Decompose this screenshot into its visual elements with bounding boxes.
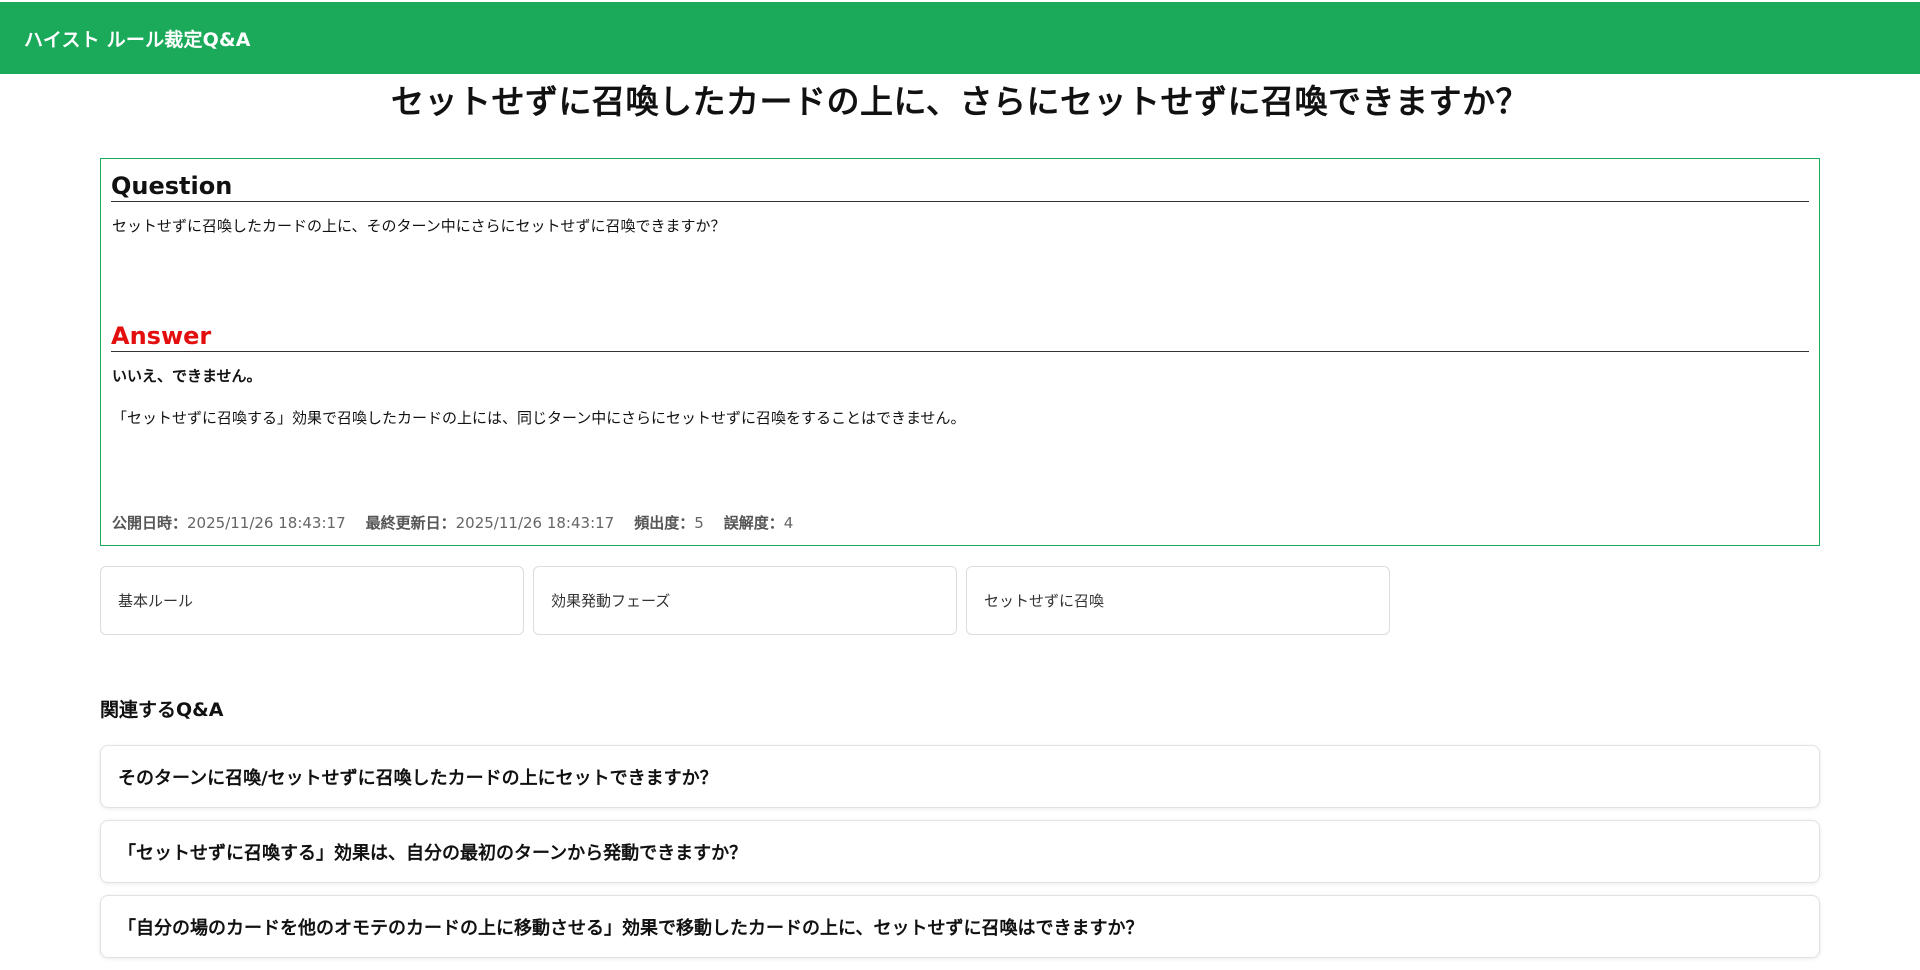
frequency-value: 5 [694,514,704,532]
answer-text: 「セットせずに召喚する」効果で召喚したカードの上には、同じターン中にさらにセット… [112,409,966,427]
qa-card: Question セットせずに召喚したカードの上に、そのターン中にさらにセットせ… [100,158,1820,546]
frequency: 頻出度：5 [634,512,704,534]
related-qa-title: 関連するQ&A [100,699,224,721]
top-bar: ハイスト ルール裁定Q&A [0,2,1920,74]
published-label: 公開日時： [112,514,188,532]
site-title-link[interactable]: ハイスト ルール裁定Q&A [24,25,251,52]
published-value: 2025/11/26 18:43:17 [187,514,346,532]
misunderstanding-value: 4 [783,514,794,532]
updated-label: 最終更新日： [365,514,456,532]
tag-basic-rules[interactable]: 基本ルール [100,566,524,635]
misunderstanding-label: 誤解度： [723,514,784,532]
misunderstanding: 誤解度：4 [724,512,794,534]
updated-value: 2025/11/26 18:43:17 [455,514,615,532]
frequency-label: 頻出度： [634,514,695,532]
related-qa-item[interactable]: そのターンに召喚/セットせずに召喚したカードの上にセットできますか？ [100,745,1820,808]
answer-lead: いいえ、できません。 [112,367,262,385]
tag-list: 基本ルール 効果発動フェーズ セットせずに召喚 [100,566,1390,635]
tag-summon-without-set[interactable]: セットせずに召喚 [966,566,1390,635]
page-title: セットせずに召喚したカードの上に、さらにセットせずに召喚できますか？ [390,82,1529,121]
tag-effect-phase[interactable]: 効果発動フェーズ [533,566,957,635]
related-qa-item[interactable]: 「セットせずに召喚する」効果は、自分の最初のターンから発動できますか？ [100,820,1820,883]
updated-date: 最終更新日：2025/11/26 18:43:17 [366,512,615,534]
related-qa-list: そのターンに召喚/セットせずに召喚したカードの上にセットできますか？ 「セットせ… [100,745,1820,970]
question-text: セットせずに召喚したカードの上に、そのターン中にさらにセットせずに召喚できますか… [112,217,726,235]
answer-heading: Answer [111,321,1809,352]
published-date: 公開日時：2025/11/26 18:43:17 [112,512,346,534]
meta-info: 公開日時：2025/11/26 18:43:17 最終更新日：2025/11/2… [112,512,793,534]
related-qa-item[interactable]: 「自分の場のカードを他のオモテのカードの上に移動させる」効果で移動したカードの上… [100,895,1820,958]
question-heading: Question [111,171,1809,202]
